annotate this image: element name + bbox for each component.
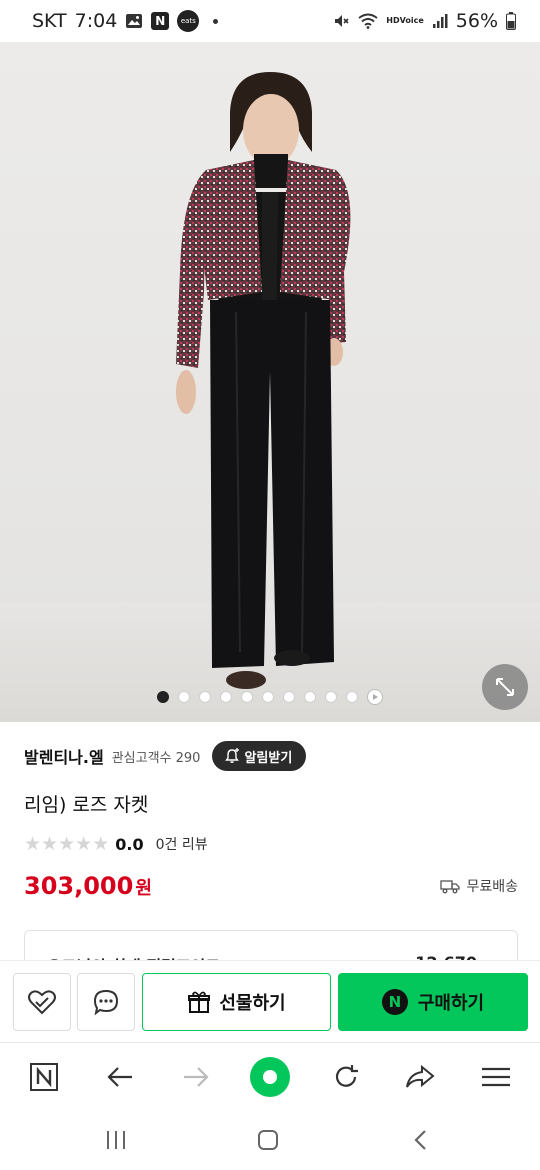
- naver-n-icon: [30, 1063, 58, 1091]
- seller-name[interactable]: 발렌티나.엘: [24, 744, 104, 768]
- mute-icon: [332, 12, 350, 30]
- video-play-icon[interactable]: [367, 689, 383, 705]
- shipping-label: 무료배송: [466, 879, 518, 895]
- bell-plus-icon: [225, 748, 240, 763]
- heart-check-icon: [28, 990, 56, 1015]
- seller-row: 발렌티나.엘 관심고객수 290 알림받기: [24, 740, 524, 772]
- star-icon: ★: [24, 832, 42, 855]
- product-photo: [0, 72, 540, 722]
- alarm-label: 알림받기: [244, 750, 293, 766]
- wifi-icon: [358, 13, 378, 29]
- hd-voice-icon: HD Voice: [386, 16, 424, 25]
- recent-apps-icon: [107, 1131, 125, 1149]
- share-arrow-icon: [406, 1064, 435, 1088]
- zoom-button[interactable]: [482, 664, 528, 710]
- follower-count: 관심고객수 290: [111, 750, 201, 766]
- recent-apps-button[interactable]: [96, 1126, 136, 1154]
- battery-percent: 56%: [455, 10, 498, 32]
- shipping-info: 무료배송: [440, 876, 518, 896]
- naver-pay-icon: N: [381, 989, 408, 1015]
- star-icon: ★: [41, 832, 59, 855]
- gallery-dot[interactable]: [304, 691, 316, 703]
- gallery-dot[interactable]: [262, 691, 274, 703]
- eats-notification-icon: eats: [177, 10, 200, 32]
- gallery-dot[interactable]: [178, 691, 190, 703]
- hamburger-menu-icon: [482, 1067, 510, 1087]
- share-button[interactable]: [398, 1055, 442, 1099]
- gallery-dot[interactable]: [346, 691, 358, 703]
- more-notifications-icon: [213, 18, 219, 24]
- clock: 7:04: [74, 10, 118, 32]
- arrow-left-icon: [107, 1067, 132, 1087]
- chevron-left-icon: [414, 1130, 426, 1150]
- gift-icon: [188, 991, 211, 1013]
- truck-icon: [440, 880, 461, 894]
- battery-icon: [506, 12, 516, 30]
- gallery-dot[interactable]: [157, 691, 169, 703]
- gallery-notification-icon: [125, 13, 143, 29]
- system-back-button[interactable]: [400, 1126, 440, 1154]
- browser-toolbar: [0, 1042, 540, 1108]
- signal-icon: [432, 13, 448, 29]
- currency: 원: [135, 878, 152, 899]
- gallery-dot[interactable]: [241, 691, 253, 703]
- product-title: 리임) 로즈 자켓: [24, 794, 149, 816]
- gallery-dot[interactable]: [325, 691, 337, 703]
- naver-notification-icon: N: [151, 12, 170, 30]
- price-row: 303,000 원 무료배송: [24, 872, 518, 900]
- gallery-dot[interactable]: [220, 691, 232, 703]
- system-navigation: [0, 1108, 540, 1170]
- arrow-right-icon: [184, 1067, 209, 1087]
- status-bar: SKT 7:04 N eats HD Voice 56%: [0, 0, 540, 42]
- green-dot-icon: [250, 1057, 290, 1097]
- gift-button[interactable]: 선물하기: [142, 973, 331, 1031]
- expand-icon: [496, 678, 514, 696]
- home-rounded-square-icon: [258, 1130, 278, 1150]
- back-button[interactable]: [98, 1055, 142, 1099]
- star-icon: ★: [58, 832, 76, 855]
- alarm-subscribe-button[interactable]: 알림받기: [212, 741, 307, 771]
- gallery-pagination: [0, 689, 540, 705]
- refresh-button[interactable]: [324, 1055, 368, 1099]
- gallery-dot[interactable]: [283, 691, 295, 703]
- rating-value: 0.0: [115, 834, 144, 854]
- buy-label: 구매하기: [417, 993, 485, 1014]
- wishlist-button[interactable]: [13, 973, 71, 1031]
- star-icon: ★: [92, 832, 110, 855]
- product-image[interactable]: [0, 42, 540, 722]
- review-count[interactable]: 0건 리뷰: [156, 834, 208, 854]
- buy-button[interactable]: N 구매하기: [338, 973, 528, 1031]
- rating-row: ★ ★ ★ ★ ★ 0.0 0건 리뷰: [24, 834, 208, 854]
- gift-label: 선물하기: [219, 993, 286, 1014]
- chat-bubble-icon: [93, 989, 119, 1016]
- gallery-dot[interactable]: [199, 691, 211, 703]
- green-dot-home-button[interactable]: [248, 1055, 292, 1099]
- home-button[interactable]: [248, 1126, 288, 1154]
- menu-button[interactable]: [474, 1055, 518, 1099]
- price: 303,000: [24, 872, 134, 900]
- refresh-icon: [335, 1065, 358, 1087]
- purchase-action-bar: 선물하기 N 구매하기: [0, 960, 540, 1042]
- star-icon: ★: [75, 832, 93, 855]
- chat-button[interactable]: [77, 973, 135, 1031]
- naver-home-button[interactable]: [22, 1055, 66, 1099]
- forward-button[interactable]: [174, 1055, 218, 1099]
- carrier: SKT: [32, 10, 67, 32]
